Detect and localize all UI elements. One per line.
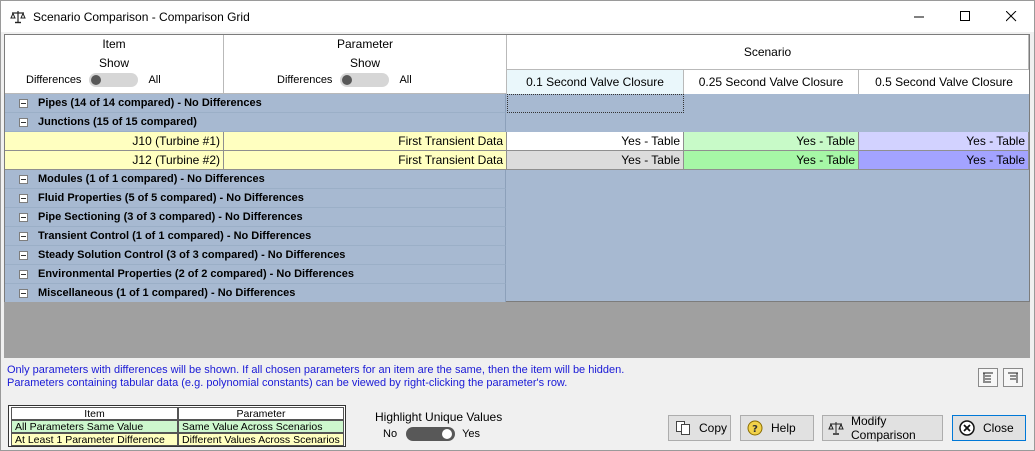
collapse-icon[interactable] (19, 193, 28, 203)
close-button[interactable]: Close (952, 415, 1026, 441)
value-cell[interactable]: Yes - Table (684, 151, 859, 170)
collapse-icon[interactable] (19, 250, 28, 260)
item-show-label: Show (98, 56, 130, 70)
comparison-grid: Item Show Differences All Parameter Show… (4, 34, 1030, 303)
legend-parameter-diff: Different Values Across Scenarios (178, 433, 344, 446)
copy-button-label: Copy (699, 421, 728, 435)
maximize-icon (959, 11, 970, 21)
highlight-no-label: No (383, 428, 398, 440)
collapse-icon[interactable] (19, 288, 28, 298)
group-label: Fluid Properties (5 of 5 compared) - No … (38, 192, 304, 204)
item-toggle-differences-label: Differences (26, 74, 82, 86)
group-label: Steady Solution Control (3 of 3 compared… (38, 249, 346, 261)
legend-item-same: All Parameters Same Value (11, 420, 178, 433)
scenario-column-1[interactable]: 0.1 Second Valve Closure (507, 69, 684, 94)
collapse-icon[interactable] (19, 117, 28, 127)
group-row-transient-control[interactable]: Transient Control (1 of 1 compared) - No… (5, 227, 1029, 246)
item-show-toggle[interactable] (89, 73, 139, 87)
group-label: Junctions (15 of 15 compared) (38, 116, 197, 128)
parameter-toggle-all-label: All (399, 74, 412, 86)
close-window-button[interactable] (988, 1, 1034, 32)
legend-item-diff: At Least 1 Parameter Difference (11, 433, 178, 446)
item-cell[interactable]: J12 (Turbine #2) (5, 151, 224, 170)
title-bar[interactable]: Scenario Comparison - Comparison Grid (1, 1, 1034, 32)
group-label: Transient Control (1 of 1 compared) - No… (38, 230, 312, 242)
expand-all-icon (983, 372, 993, 383)
collapse-all-icon (1008, 372, 1018, 383)
value-cell[interactable]: Yes - Table (859, 151, 1029, 170)
group-row-junctions[interactable]: Junctions (15 of 15 compared) (5, 113, 1029, 132)
item-header-title: Item (102, 37, 126, 51)
collapse-icon[interactable] (19, 174, 28, 184)
grid-empty-area (4, 302, 1030, 358)
expand-all-button[interactable] (978, 368, 998, 387)
group-label: Modules (1 of 1 compared) - No Differenc… (38, 173, 265, 185)
group-row-modules[interactable]: Modules (1 of 1 compared) - No Differenc… (5, 170, 1029, 189)
group-row-fluid-properties[interactable]: Fluid Properties (5 of 5 compared) - No … (5, 189, 1029, 208)
item-header: Item Show Differences All (5, 35, 224, 94)
collapse-icon[interactable] (19, 98, 28, 108)
item-toggle-all-label: All (148, 74, 161, 86)
scenario-header-title: Scenario (743, 45, 792, 59)
scenario-header: Scenario (507, 35, 1029, 69)
color-legend: Item Parameter All Parameters Same Value… (8, 405, 346, 447)
help-button[interactable]: ? Help (740, 415, 814, 441)
svg-text:?: ? (752, 424, 758, 435)
table-row-j10[interactable]: J10 (Turbine #1) First Transient Data Ye… (5, 132, 1029, 151)
minimize-icon (913, 16, 924, 18)
info-text-line-1: Only parameters with differences will be… (7, 364, 625, 376)
parameter-header-title: Parameter (336, 37, 394, 51)
value-cell[interactable]: Yes - Table (859, 132, 1029, 151)
parameter-show-label: Show (349, 56, 381, 70)
scale-icon (10, 9, 26, 25)
value-cell[interactable]: Yes - Table (684, 132, 859, 151)
legend-parameter-header: Parameter (178, 407, 344, 420)
copy-icon (674, 419, 692, 437)
info-text-line-2: Parameters containing tabular data (e.g.… (7, 377, 568, 389)
group-row-pipe-sectioning[interactable]: Pipe Sectioning (3 of 3 compared) - No D… (5, 208, 1029, 227)
modify-comparison-button[interactable]: Modify Comparison (822, 414, 943, 442)
help-button-label: Help (771, 421, 796, 435)
group-row-environmental-properties[interactable]: Environmental Properties (2 of 2 compare… (5, 265, 1029, 284)
minimize-button[interactable] (896, 1, 942, 32)
group-row-miscellaneous[interactable]: Miscellaneous (1 of 1 compared) - No Dif… (5, 284, 1029, 303)
group-label: Miscellaneous (1 of 1 compared) - No Dif… (38, 287, 296, 299)
collapse-all-button[interactable] (1003, 368, 1023, 387)
parameter-cell[interactable]: First Transient Data (224, 151, 507, 170)
modify-comparison-label: Modify Comparison (851, 414, 916, 442)
collapse-icon[interactable] (19, 269, 28, 279)
legend-item-header: Item (11, 407, 178, 420)
item-cell[interactable]: J10 (Turbine #1) (5, 132, 224, 151)
highlight-unique-toggle[interactable] (406, 427, 456, 441)
close-circle-icon (958, 419, 976, 437)
value-cell[interactable]: Yes - Table (507, 151, 684, 170)
close-button-label: Close (983, 421, 1014, 435)
group-row-steady-solution-control[interactable]: Steady Solution Control (3 of 3 compared… (5, 246, 1029, 265)
scenario-column-2[interactable]: 0.25 Second Valve Closure (684, 69, 859, 94)
group-label: Pipes (14 of 14 compared) - No Differenc… (38, 97, 262, 109)
parameter-show-toggle[interactable] (340, 73, 390, 87)
legend-parameter-same: Same Value Across Scenarios (178, 420, 344, 433)
collapse-icon[interactable] (19, 231, 28, 241)
copy-button[interactable]: Copy (668, 415, 731, 441)
parameter-cell[interactable]: First Transient Data (224, 132, 507, 151)
highlight-yes-label: Yes (462, 428, 481, 440)
parameter-header: Parameter Show Differences All (224, 35, 507, 94)
group-label: Pipe Sectioning (3 of 3 compared) - No D… (38, 211, 303, 223)
focused-cell[interactable] (507, 94, 684, 113)
collapse-icon[interactable] (19, 212, 28, 222)
parameter-toggle-differences-label: Differences (277, 74, 333, 86)
scenario-column-3[interactable]: 0.5 Second Valve Closure (859, 69, 1029, 94)
comparison-grid-window: Scenario Comparison - Comparison Grid It… (0, 0, 1035, 451)
close-icon (1005, 11, 1016, 22)
help-icon: ? (746, 419, 764, 437)
scale-modify-icon (828, 419, 844, 437)
window-title: Scenario Comparison - Comparison Grid (33, 9, 250, 24)
group-label: Environmental Properties (2 of 2 compare… (38, 268, 355, 280)
maximize-button[interactable] (942, 1, 988, 32)
table-row-j12[interactable]: J12 (Turbine #2) First Transient Data Ye… (5, 151, 1029, 170)
highlight-unique-label: Highlight Unique Values (375, 410, 503, 424)
group-row-pipes[interactable]: Pipes (14 of 14 compared) - No Differenc… (5, 94, 1029, 113)
value-cell[interactable]: Yes - Table (507, 132, 684, 151)
